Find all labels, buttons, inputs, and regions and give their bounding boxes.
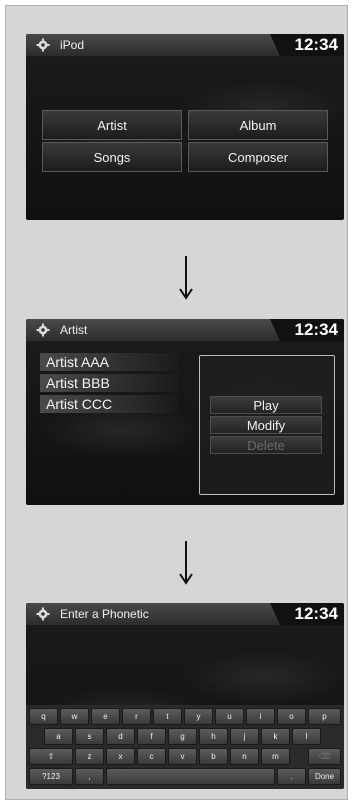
shift-key[interactable]: ⇧ [29, 748, 73, 765]
key-j[interactable]: j [230, 728, 259, 745]
play-button[interactable]: Play [210, 396, 322, 414]
key-z[interactable]: z [75, 748, 104, 765]
key-m[interactable]: m [261, 748, 290, 765]
key-e[interactable]: e [91, 708, 120, 725]
key-b[interactable]: b [199, 748, 228, 765]
key-v[interactable]: v [168, 748, 197, 765]
key-d[interactable]: d [106, 728, 135, 745]
symbols-mode-key[interactable]: ?123 [29, 768, 73, 785]
clock: 12:34 [270, 319, 344, 341]
key-u[interactable]: u [215, 708, 244, 725]
phonetic-entry-screen: Enter a Phonetic 12:34 q w e r t y u i o… [26, 603, 344, 789]
screen-title: Enter a Phonetic [60, 607, 149, 621]
down-arrow-icon [179, 541, 193, 585]
key-n[interactable]: n [230, 748, 259, 765]
down-arrow-icon [179, 256, 193, 300]
space-key[interactable] [106, 768, 275, 785]
key-s[interactable]: s [75, 728, 104, 745]
title-bar: Enter a Phonetic 12:34 [26, 603, 344, 625]
key-p[interactable]: p [308, 708, 341, 725]
instruction-panel: iPod 12:34 Artist Album Songs Composer A… [5, 5, 348, 800]
key-l[interactable]: l [292, 728, 321, 745]
period-key[interactable]: . [277, 768, 306, 785]
title-bar: Artist 12:34 [26, 319, 344, 341]
title-bar: iPod 12:34 [26, 34, 344, 56]
key-i[interactable]: i [246, 708, 275, 725]
clock: 12:34 [270, 603, 344, 625]
key-q[interactable]: q [29, 708, 58, 725]
key-t[interactable]: t [153, 708, 182, 725]
done-button[interactable]: Done [308, 768, 341, 785]
key-w[interactable]: w [60, 708, 89, 725]
key-k[interactable]: k [261, 728, 290, 745]
on-screen-keyboard: q w e r t y u i o p a s d f g h j k l ⇧ … [26, 705, 344, 789]
gear-icon[interactable] [36, 607, 50, 621]
key-h[interactable]: h [199, 728, 228, 745]
ipod-menu-screen: iPod 12:34 Artist Album Songs Composer [26, 34, 344, 220]
list-item[interactable]: Artist CCC [40, 395, 178, 413]
key-c[interactable]: c [137, 748, 166, 765]
key-a[interactable]: a [44, 728, 73, 745]
key-x[interactable]: x [106, 748, 135, 765]
key-o[interactable]: o [277, 708, 306, 725]
songs-button[interactable]: Songs [42, 142, 182, 172]
gear-icon[interactable] [36, 38, 50, 52]
key-g[interactable]: g [168, 728, 197, 745]
artist-button[interactable]: Artist [42, 110, 182, 140]
screen-title: Artist [60, 323, 88, 337]
artist-options-popup: Play Modify Delete [199, 355, 335, 495]
modify-button[interactable]: Modify [210, 416, 322, 434]
key-y[interactable]: y [184, 708, 213, 725]
key-f[interactable]: f [137, 728, 166, 745]
screen-title: iPod [60, 38, 85, 52]
key-r[interactable]: r [122, 708, 151, 725]
list-item[interactable]: Artist AAA [40, 353, 178, 371]
artist-list-screen: Artist 12:34 Artist AAA Artist BBB Artis… [26, 319, 344, 505]
composer-button[interactable]: Composer [188, 142, 328, 172]
album-button[interactable]: Album [188, 110, 328, 140]
clock: 12:34 [270, 34, 344, 56]
delete-button: Delete [210, 436, 322, 454]
list-item[interactable]: Artist BBB [40, 374, 178, 392]
gear-icon[interactable] [36, 323, 50, 337]
comma-key[interactable]: , [75, 768, 104, 785]
backspace-key[interactable]: ⌫ [308, 748, 341, 765]
